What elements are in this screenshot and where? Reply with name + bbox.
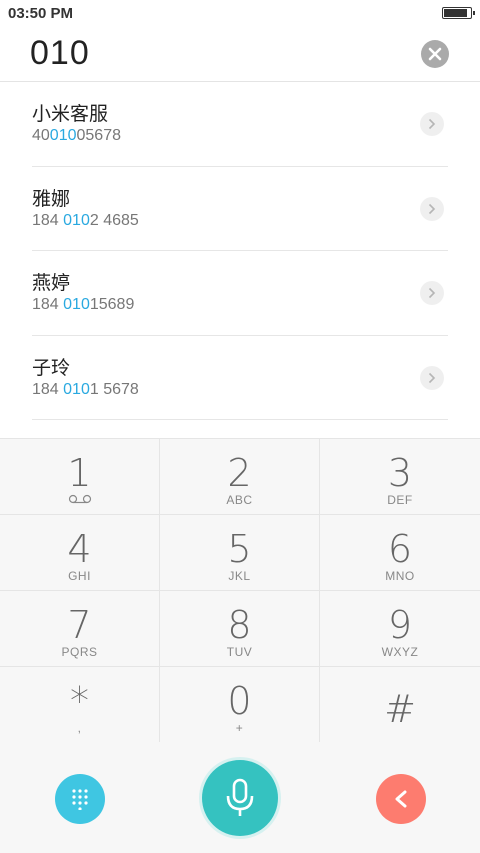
key-letters: +: [235, 721, 244, 735]
status-time: 03:50 PM: [8, 5, 74, 22]
key-digit: #: [384, 687, 416, 731]
key-5[interactable]: 5 JKL: [160, 515, 320, 591]
clear-icon[interactable]: [421, 40, 449, 68]
key-8[interactable]: 8 TUV: [160, 591, 320, 667]
key-letters: ABC: [226, 493, 253, 507]
dial-keypad: 1 2 ABC 3 DEF 4 GHI 5 JKL 6 MNO 7 PQRS 8…: [0, 438, 480, 743]
key-letters: WXYZ: [381, 645, 419, 659]
key-digit: 0: [227, 679, 252, 723]
contact-result-row[interactable]: 燕婷 184 01015689: [32, 251, 448, 336]
contact-number: 184 0102 4685: [32, 211, 139, 229]
number-match-highlight: 010: [63, 380, 90, 398]
key-letters: MNO: [385, 569, 415, 583]
number-match-highlight: 010: [49, 127, 77, 144]
chevron-right-icon[interactable]: [420, 112, 444, 136]
dial-input-bar: 010: [0, 28, 480, 82]
contact-number: 4001005678: [32, 127, 121, 144]
key-letters: PQRS: [61, 645, 98, 659]
key-digit: 8: [227, 603, 252, 647]
chevron-right-icon[interactable]: [420, 365, 444, 390]
backspace-chevron-icon: [395, 790, 407, 808]
key-hash[interactable]: #: [320, 667, 480, 743]
key-9[interactable]: 9 WXYZ: [320, 591, 480, 667]
chevron-right-icon[interactable]: [420, 196, 444, 221]
key-digit: 3: [387, 451, 413, 495]
contact-result-row[interactable]: 小米客服 4001005678: [32, 82, 448, 167]
voicemail-icon: [0, 493, 159, 507]
contact-result-row[interactable]: 子玲 184 0101 5678: [32, 336, 448, 420]
key-digit: 9: [387, 603, 413, 647]
delete-button[interactable]: [376, 774, 426, 824]
key-star[interactable]: * ,: [0, 667, 160, 743]
key-6[interactable]: 6 MNO: [320, 515, 480, 591]
key-letters: ,: [77, 721, 82, 735]
key-3[interactable]: 3 DEF: [320, 439, 480, 515]
dialer-action-bar: [0, 742, 480, 853]
dialpad-grid-icon: [72, 789, 88, 810]
chevron-right-icon[interactable]: [420, 281, 444, 305]
key-letters: GHI: [68, 569, 91, 583]
key-letters: DEF: [387, 493, 413, 507]
voice-input-button[interactable]: [202, 760, 278, 836]
contact-number: 184 0101 5678: [32, 380, 139, 398]
key-2[interactable]: 2 ABC: [160, 439, 320, 515]
key-1[interactable]: 1: [0, 439, 160, 515]
status-bar: 03:50 PM: [0, 0, 480, 28]
dialed-number-input[interactable]: 010: [30, 34, 90, 73]
key-7[interactable]: 7 PQRS: [0, 591, 160, 667]
key-digit: 5: [227, 527, 252, 571]
key-letters: JKL: [228, 569, 251, 583]
key-0[interactable]: 0 +: [160, 667, 320, 743]
contact-name: 燕婷: [32, 272, 71, 294]
battery-icon: [442, 7, 475, 19]
battery-level: [444, 9, 467, 17]
key-digit: 6: [387, 527, 413, 571]
microphone-icon: [226, 778, 254, 816]
key-digit: 1: [67, 451, 92, 495]
key-letters: TUV: [226, 645, 253, 659]
key-digit: 2: [227, 451, 252, 495]
search-results-list: 小米客服 4001005678 雅娜 184 0102 4685 燕婷 184 …: [0, 82, 480, 420]
contact-name: 小米客服: [32, 103, 109, 125]
contact-result-row[interactable]: 雅娜 184 0102 4685: [32, 167, 448, 251]
key-digit: 4: [67, 527, 92, 571]
contact-name: 子玲: [32, 356, 71, 379]
number-match-highlight: 010: [63, 211, 90, 229]
contact-number: 184 01015689: [32, 296, 135, 313]
key-4[interactable]: 4 GHI: [0, 515, 160, 591]
key-digit: *: [70, 679, 89, 723]
number-match-highlight: 010: [63, 296, 90, 313]
contact-name: 雅娜: [32, 187, 71, 210]
dialpad-button[interactable]: [55, 774, 105, 824]
key-digit: 7: [67, 603, 92, 647]
